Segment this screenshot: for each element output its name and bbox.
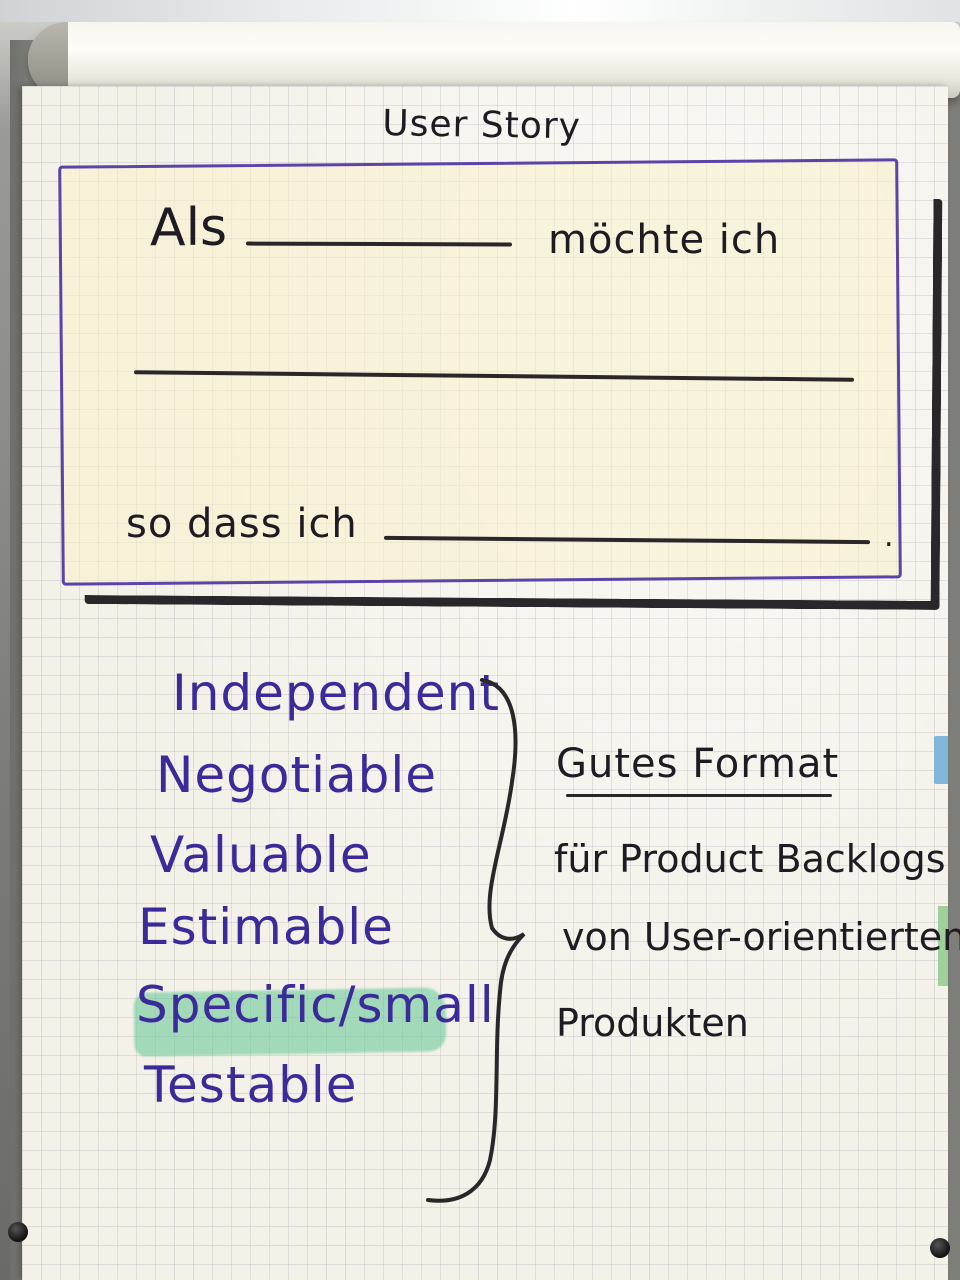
story-als: Als xyxy=(150,198,228,258)
invest-item: Negotiable xyxy=(156,746,438,804)
story-moechte: möchte ich xyxy=(548,217,781,263)
magnet-right xyxy=(930,1238,950,1258)
window-background xyxy=(0,0,960,22)
sticky-note-blue xyxy=(934,736,948,784)
magnet-left xyxy=(8,1222,28,1242)
flipchart-photo: User Story Als möchte ich so dass ich . … xyxy=(0,0,960,1280)
note-heading: Gutes Format xyxy=(556,741,840,787)
invest-item: Testable xyxy=(144,1056,358,1114)
chart-title: User Story xyxy=(381,103,582,148)
note-line: von User-orientierten xyxy=(562,915,960,959)
story-period: . xyxy=(884,519,894,554)
invest-item: Valuable xyxy=(150,826,372,884)
note-line: Produkten xyxy=(556,1001,749,1045)
story-so-dass: so dass ich xyxy=(126,501,358,547)
curly-brace-icon xyxy=(426,678,526,1203)
invest-item: Estimable xyxy=(138,898,394,956)
note-line: für Product Backlogs xyxy=(554,837,946,881)
note-heading-underline xyxy=(566,794,832,797)
